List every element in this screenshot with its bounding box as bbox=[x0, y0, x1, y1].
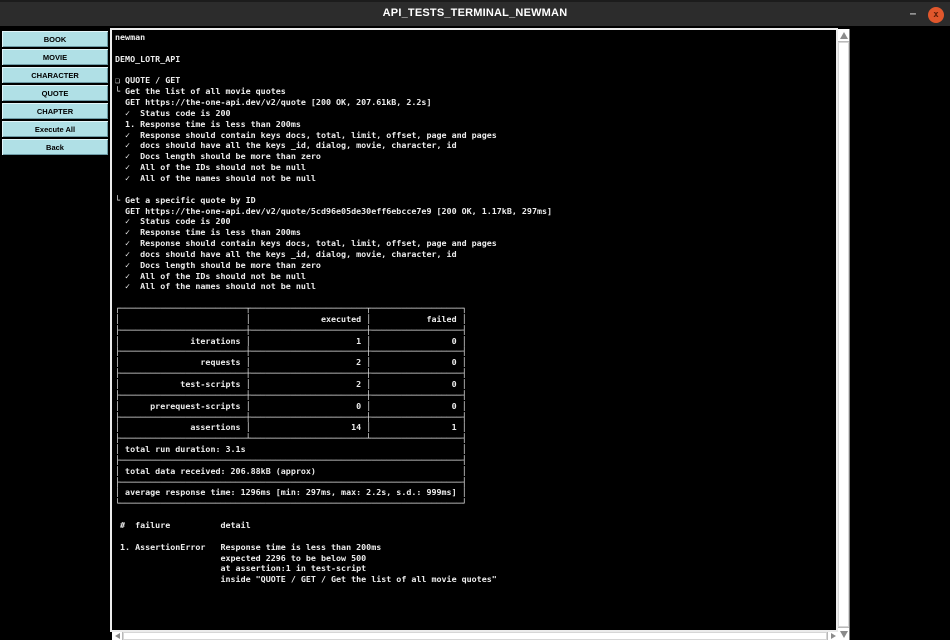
sidebar-item-chapter[interactable]: CHAPTER bbox=[2, 103, 108, 119]
close-icon: x bbox=[933, 11, 938, 20]
terminal-output: newman DEMO_LOTR_API ❏ QUOTE / GET └ Get… bbox=[112, 30, 836, 585]
window-title: API_TESTS_TERMINAL_NEWMAN bbox=[0, 7, 950, 19]
terminal-area[interactable]: newman DEMO_LOTR_API ❏ QUOTE / GET └ Get… bbox=[110, 28, 838, 632]
scroll-down-icon[interactable] bbox=[838, 627, 849, 640]
window-titlebar: API_TESTS_TERMINAL_NEWMAN – x bbox=[0, 0, 950, 26]
close-button[interactable]: x bbox=[928, 7, 944, 23]
sidebar: BOOK MOVIE CHARACTER QUOTE CHAPTER Execu… bbox=[2, 31, 108, 155]
app-window: API_TESTS_TERMINAL_NEWMAN – x BOOK MOVIE… bbox=[0, 0, 950, 640]
sidebar-item-character[interactable]: CHARACTER bbox=[2, 67, 108, 83]
scroll-up-icon[interactable] bbox=[838, 29, 849, 42]
scroll-left-icon[interactable] bbox=[112, 632, 123, 640]
horizontal-scroll-thumb[interactable] bbox=[123, 632, 827, 640]
horizontal-scrollbar[interactable] bbox=[112, 632, 838, 640]
sidebar-item-back[interactable]: Back bbox=[2, 139, 108, 155]
minimize-button[interactable]: – bbox=[904, 4, 922, 24]
sidebar-item-execute-all[interactable]: Execute All bbox=[2, 121, 108, 137]
vertical-scrollbar[interactable] bbox=[838, 29, 850, 640]
vertical-scroll-thumb[interactable] bbox=[838, 42, 849, 627]
sidebar-item-quote[interactable]: QUOTE bbox=[2, 85, 108, 101]
scroll-right-icon[interactable] bbox=[827, 632, 838, 640]
sidebar-item-movie[interactable]: MOVIE bbox=[2, 49, 108, 65]
sidebar-item-book[interactable]: BOOK bbox=[2, 31, 108, 47]
